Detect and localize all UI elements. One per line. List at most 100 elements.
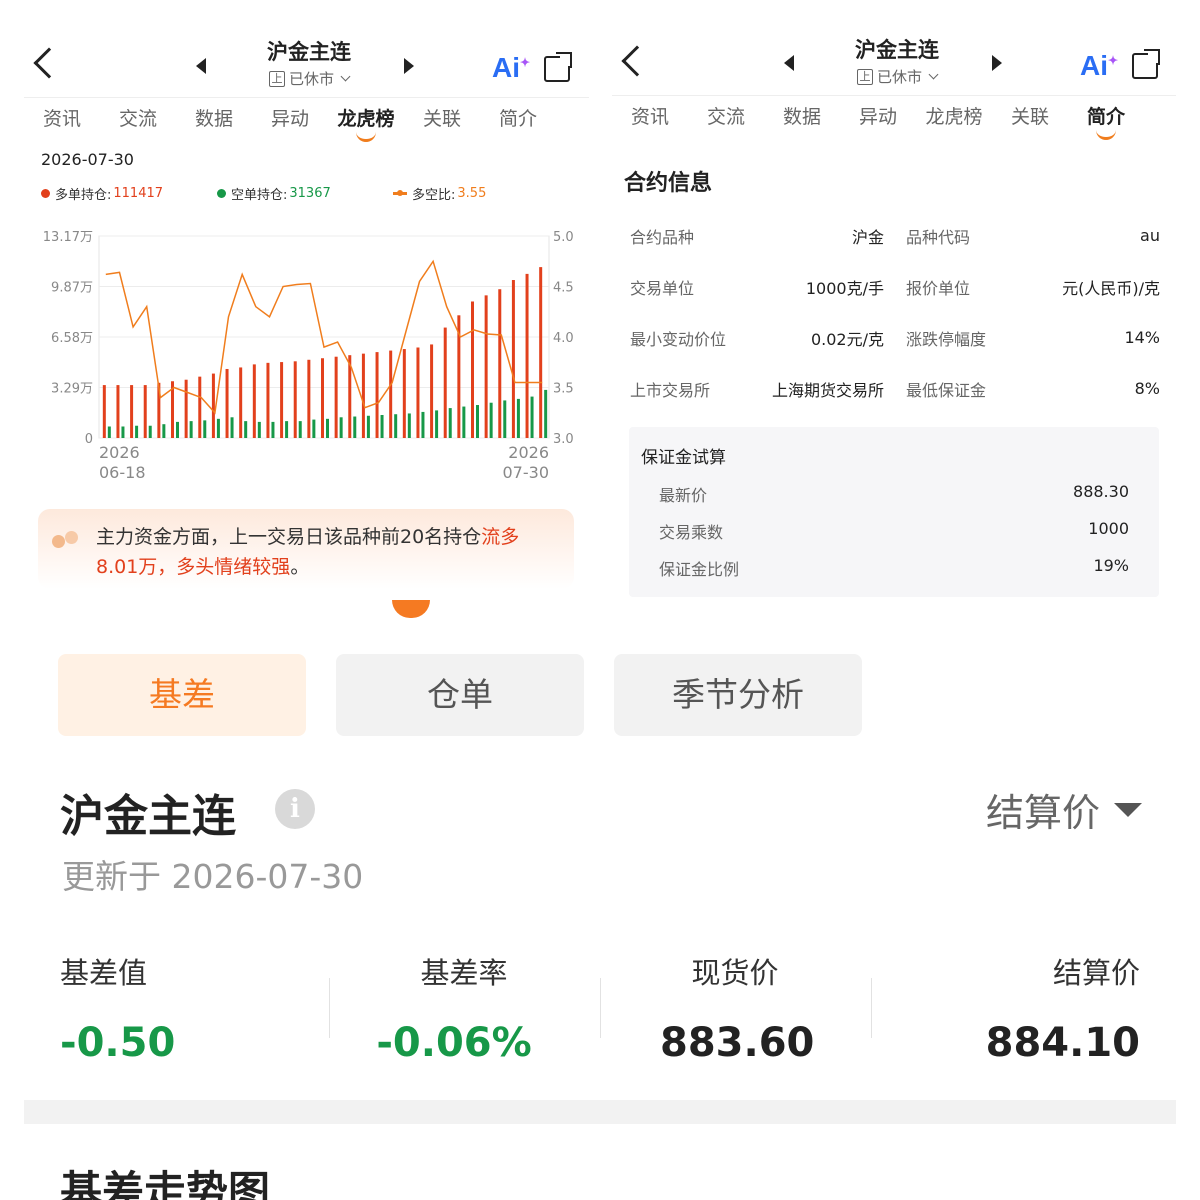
tab-intro[interactable]: 简介 bbox=[480, 104, 556, 144]
info-value: 上海期货交易所 bbox=[771, 380, 884, 400]
seg-tab-seasonal-analysis[interactable]: 季节分析 bbox=[614, 654, 862, 736]
info-row: 最小变动价位 0.02元/克 涨跌停幅度 14% bbox=[630, 312, 1160, 363]
long-bar bbox=[416, 347, 420, 438]
prev-contract-icon[interactable] bbox=[784, 55, 794, 71]
short-bar bbox=[326, 418, 329, 438]
short-bar bbox=[216, 418, 220, 438]
x-start-year: 2026 bbox=[99, 443, 140, 462]
seg-tab-warehouse-receipt[interactable]: 仓单 bbox=[336, 654, 584, 736]
short-bar bbox=[121, 426, 125, 438]
share-arrow-icon bbox=[556, 52, 572, 68]
tab-intro[interactable]: 简介 bbox=[1068, 102, 1144, 142]
tab-news[interactable]: 资讯 bbox=[612, 102, 688, 142]
basis-title: 沪金主连 bbox=[60, 791, 236, 842]
short-bar bbox=[503, 400, 507, 438]
left-panel: 沪金主连 上 已休市 Ai✦ 资讯 交流 数据 异动 龙虎榜 关联 简介 202… bbox=[24, 0, 589, 600]
price-type-label: 结算价 bbox=[985, 791, 1100, 835]
tab-data[interactable]: 数据 bbox=[176, 104, 252, 144]
tab-top-list[interactable]: 龙虎榜 bbox=[328, 104, 404, 144]
back-icon[interactable] bbox=[33, 47, 65, 79]
info-row: 上市交易所 上海期货交易所 最低保证金 8% bbox=[630, 363, 1160, 414]
contract-title: 沪金主连 bbox=[855, 38, 939, 62]
tab-news[interactable]: 资讯 bbox=[24, 104, 100, 144]
long-bar bbox=[211, 373, 215, 438]
x-end-year: 2026 bbox=[508, 443, 549, 462]
price-type-selector[interactable]: 结算价 bbox=[986, 782, 1142, 837]
stat-basis-value: 基差值 -0.50 bbox=[60, 950, 175, 1066]
stat-value: 883.60 bbox=[660, 1020, 815, 1066]
back-icon[interactable] bbox=[621, 45, 653, 77]
long-bar bbox=[361, 353, 365, 438]
short-bar bbox=[462, 406, 466, 438]
legend-short-label: 空单持仓: bbox=[231, 188, 288, 203]
short-bar bbox=[339, 417, 343, 438]
next-contract-icon[interactable] bbox=[404, 58, 414, 74]
calc-key: 交易乘数 bbox=[659, 523, 724, 542]
tab-data[interactable]: 数据 bbox=[764, 102, 840, 142]
stat-label: 基差值 bbox=[60, 956, 148, 990]
calc-key: 保证金比例 bbox=[659, 560, 740, 579]
x-start-date: 06-18 bbox=[99, 463, 146, 482]
market-status-selector[interactable]: 上 已休市 bbox=[812, 66, 982, 87]
title-box: 沪金主连 上 已休市 bbox=[224, 36, 394, 89]
short-bar bbox=[203, 420, 207, 438]
short-bar bbox=[162, 424, 166, 438]
title-box: 沪金主连 上 已休市 bbox=[812, 34, 982, 87]
insight-prefix: 主力资金方面，上一交易日该品种前20名持仓 bbox=[96, 526, 482, 548]
calc-row: 保证金比例 19% bbox=[659, 556, 1129, 580]
quote-icon bbox=[52, 527, 80, 551]
long-bar bbox=[321, 358, 324, 438]
tab-top-list[interactable]: 龙虎榜 bbox=[916, 102, 992, 142]
y-right-tick: 4.0 bbox=[553, 331, 574, 346]
info-value: 沪金 bbox=[851, 227, 884, 247]
ai-assistant-icon[interactable]: Ai✦ bbox=[492, 52, 530, 84]
tab-related[interactable]: 关联 bbox=[992, 102, 1068, 142]
short-bar bbox=[107, 426, 111, 438]
floating-orange-button[interactable] bbox=[392, 600, 430, 618]
position-chart[interactable]: 13.17万 5.0 9.87万 4.5 6.58万 4.0 3.29万 3.5 0 3.0 202… bbox=[24, 220, 589, 490]
info-row: 合约品种 沪金 品种代码 au bbox=[630, 210, 1160, 261]
legend-ratio-label: 多空比: bbox=[412, 188, 456, 203]
long-bar bbox=[266, 362, 270, 438]
right-panel: 沪金主连 上 已休市 Ai✦ 资讯 交流 数据 异动 龙虎榜 关联 简介 合约信… bbox=[612, 0, 1176, 600]
short-bar bbox=[544, 389, 548, 438]
short-bar bbox=[476, 405, 479, 438]
tab-movement[interactable]: 异动 bbox=[252, 104, 328, 144]
stat-settlement-price: 结算价 884.10 bbox=[986, 950, 1140, 1066]
seg-tab-basis[interactable]: 基差 bbox=[58, 654, 306, 736]
y-right-tick: 4.5 bbox=[553, 281, 574, 296]
short-bar bbox=[230, 417, 234, 438]
ai-assistant-icon[interactable]: Ai✦ bbox=[1080, 50, 1118, 82]
info-icon[interactable]: i bbox=[275, 789, 315, 829]
info-value: 14% bbox=[1124, 328, 1160, 347]
short-bar bbox=[176, 421, 179, 438]
short-bar bbox=[257, 421, 261, 438]
market-status-selector[interactable]: 上 已休市 bbox=[224, 68, 394, 89]
prev-contract-icon[interactable] bbox=[196, 58, 206, 74]
top-bar-right: 沪金主连 上 已休市 Ai✦ bbox=[612, 0, 1176, 96]
y-right-tick: 3.5 bbox=[553, 382, 574, 397]
long-bar bbox=[252, 364, 256, 438]
short-bar bbox=[312, 419, 316, 438]
tab-discussion[interactable]: 交流 bbox=[100, 104, 176, 144]
caret-down-icon bbox=[1114, 802, 1142, 817]
tab-related[interactable]: 关联 bbox=[404, 104, 480, 144]
divider bbox=[600, 978, 601, 1038]
y-left-tick: 0 bbox=[85, 432, 93, 447]
short-bar bbox=[407, 413, 411, 438]
legend-ratio: 多空比: 3.55 bbox=[393, 184, 486, 203]
long-bar bbox=[280, 362, 284, 438]
long-bar bbox=[334, 356, 338, 438]
long-bar bbox=[443, 327, 447, 438]
stat-value: 884.10 bbox=[985, 1020, 1140, 1066]
calc-row: 最新价 888.30 bbox=[659, 482, 1129, 506]
next-contract-icon[interactable] bbox=[992, 55, 1002, 71]
info-key: 报价单位 bbox=[906, 278, 971, 298]
tab-movement[interactable]: 异动 bbox=[840, 102, 916, 142]
chevron-down-icon bbox=[340, 71, 351, 82]
legend-ratio-value: 3.55 bbox=[457, 186, 487, 201]
long-bar bbox=[143, 385, 147, 438]
short-bar bbox=[285, 421, 289, 438]
insight-suffix: 。 bbox=[290, 556, 310, 578]
tab-discussion[interactable]: 交流 bbox=[688, 102, 764, 142]
